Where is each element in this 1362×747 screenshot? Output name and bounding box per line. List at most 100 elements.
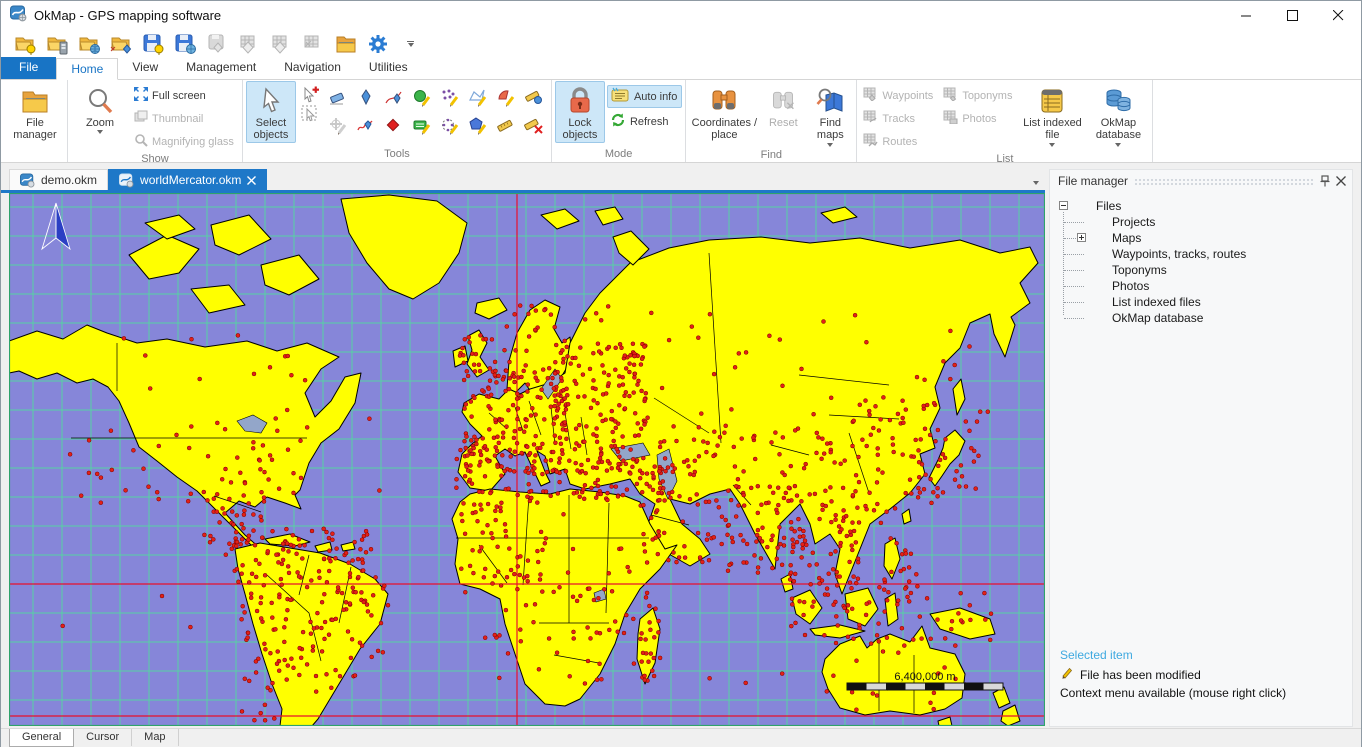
auto-info-button[interactable]: Auto info: [607, 85, 682, 108]
open-project-icon[interactable]: [13, 32, 39, 56]
draw-points-tool-icon[interactable]: [436, 84, 464, 112]
context-hint-text: Context menu available (mouse right clic…: [1060, 686, 1286, 700]
coordinates-place-label: Coordinates / place: [690, 117, 758, 142]
doctab-worldmercator[interactable]: worldMercator.okm: [108, 169, 267, 190]
tab-file[interactable]: File: [1, 57, 56, 79]
waypoints-label: Waypoints: [882, 90, 933, 102]
open-web-map-icon[interactable]: [77, 32, 103, 56]
expander-minus-icon[interactable]: [1059, 201, 1068, 210]
waypoints-list-button: Waypoints: [860, 85, 938, 106]
lock-icon: [567, 85, 593, 117]
ribbon-group-tools: Select objects Tools: [243, 80, 552, 162]
route-edit-tool-icon[interactable]: [380, 84, 408, 112]
okmap-database-button[interactable]: OkMap database: [1087, 81, 1149, 148]
coordinates-place-button[interactable]: Coordinates / place: [689, 81, 759, 143]
open-device-icon[interactable]: [45, 32, 71, 56]
panel-drag-handle[interactable]: [1134, 178, 1314, 185]
tab-navigation[interactable]: Navigation: [270, 57, 355, 79]
find-group-label: Find: [689, 148, 853, 162]
map-canvas[interactable]: 6,400,000 m: [9, 193, 1045, 726]
measure-area-tool-icon[interactable]: [520, 84, 548, 112]
save-web-map-icon[interactable]: [173, 32, 199, 56]
refresh-button[interactable]: Refresh: [607, 110, 682, 133]
tree-item-toponyms[interactable]: Toponyms: [1050, 262, 1352, 278]
tab-home[interactable]: Home: [56, 58, 118, 80]
tree-item-projects[interactable]: Projects: [1050, 214, 1352, 230]
select-objects-button[interactable]: Select objects: [246, 81, 296, 143]
tracks-grid-icon: [863, 110, 878, 127]
thumbnail-icon: [134, 110, 148, 127]
file-tree: Files Projects Maps Waypoints, tracks, r…: [1050, 192, 1352, 326]
panel-footer: Selected item File has been modified Con…: [1060, 648, 1286, 700]
settings-gear-icon[interactable]: [365, 32, 391, 56]
full-screen-button[interactable]: Full screen: [131, 85, 239, 106]
waypoint-tool-icon[interactable]: [380, 112, 408, 140]
bottom-tab-map[interactable]: Map: [132, 729, 178, 746]
scale-label: 6,400,000 m: [894, 671, 955, 683]
file-manager-folder-icon[interactable]: [333, 32, 359, 56]
tree-item-photos[interactable]: Photos: [1050, 278, 1352, 294]
lock-objects-button[interactable]: Lock objects: [555, 81, 605, 143]
tree-label: OkMap database: [1112, 310, 1203, 326]
doctab-close-icon[interactable]: [247, 176, 256, 185]
okmap-database-label: OkMap database: [1088, 117, 1148, 142]
auto-info-icon: [610, 87, 630, 106]
draw-ellipse-tool-icon[interactable]: [436, 112, 464, 140]
file-manager-button[interactable]: File manager: [6, 81, 64, 143]
panel-close-icon[interactable]: [1336, 176, 1346, 186]
select-rect-icon[interactable]: [298, 105, 322, 123]
selected-item-link[interactable]: Selected item: [1060, 648, 1286, 662]
tree-item-maps[interactable]: Maps: [1050, 230, 1352, 246]
pencil-icon: [1060, 666, 1073, 683]
save-project-icon[interactable]: [141, 32, 167, 56]
tree-label: Waypoints, tracks, routes: [1112, 246, 1246, 262]
maximize-button[interactable]: [1269, 1, 1315, 29]
find-maps-icon: [816, 85, 844, 117]
draw-sector-tool-icon[interactable]: [492, 84, 520, 112]
find-maps-button[interactable]: Find maps: [807, 81, 853, 148]
toolbar-overflow-icon[interactable]: [407, 41, 414, 47]
reset-label: Reset: [769, 117, 798, 129]
bottom-tab-cursor[interactable]: Cursor: [74, 729, 132, 746]
doc-list-dropdown-icon[interactable]: [1033, 181, 1039, 185]
tree-item-waypoints[interactable]: Waypoints, tracks, routes: [1050, 246, 1352, 262]
panel-header: File manager: [1050, 170, 1352, 192]
waypoint-pen-tool-icon[interactable]: [352, 84, 380, 112]
magnifying-glass-label: Magnifying glass: [152, 136, 234, 148]
export-grid-1-icon: [237, 32, 263, 56]
draw-polyline-tool-icon[interactable]: [464, 84, 492, 112]
app-icon: [10, 5, 27, 25]
measure-distance-tool-icon[interactable]: [492, 112, 520, 140]
minimize-button[interactable]: [1223, 1, 1269, 29]
eraser-tool-icon[interactable]: [324, 84, 352, 112]
open-file-icon[interactable]: [109, 32, 135, 56]
close-button[interactable]: [1315, 1, 1361, 29]
tree-item-okmap-database[interactable]: OkMap database: [1050, 310, 1352, 326]
bottom-tab-general[interactable]: General: [9, 729, 74, 747]
toponyms-grid-icon: [943, 87, 958, 104]
toponyms-list-button: Toponyms: [940, 85, 1017, 106]
tree-item-files[interactable]: Files: [1050, 198, 1352, 214]
auto-info-label: Auto info: [634, 91, 677, 103]
delete-measure-tool-icon[interactable]: [520, 112, 548, 140]
draw-polygon-tool-icon[interactable]: [464, 112, 492, 140]
list-indexed-file-button[interactable]: List indexed file: [1019, 81, 1085, 148]
export-grid-2-icon: [269, 32, 295, 56]
expander-plus-icon[interactable]: [1077, 233, 1086, 242]
select-add-icon[interactable]: [298, 85, 322, 103]
tab-utilities[interactable]: Utilities: [355, 57, 422, 79]
tab-view[interactable]: View: [118, 57, 172, 79]
draw-circle-tool-icon[interactable]: [408, 84, 436, 112]
pin-icon[interactable]: [1320, 175, 1330, 187]
tree-item-list-indexed[interactable]: List indexed files: [1050, 294, 1352, 310]
tab-management[interactable]: Management: [172, 57, 270, 79]
ribbon-group-mode: Lock objects Auto info Refresh Mode: [552, 80, 686, 162]
doctab-demo[interactable]: demo.okm: [9, 169, 108, 190]
file-manager-label: File manager: [7, 117, 63, 142]
zoom-dropdown-icon: [97, 130, 103, 134]
draw-label-tool-icon[interactable]: [408, 112, 436, 140]
track-edit-tool-icon[interactable]: [352, 112, 380, 140]
zoom-button[interactable]: Zoom: [71, 81, 129, 143]
zoom-icon: [86, 85, 114, 117]
photos-grid-icon: [943, 110, 958, 127]
